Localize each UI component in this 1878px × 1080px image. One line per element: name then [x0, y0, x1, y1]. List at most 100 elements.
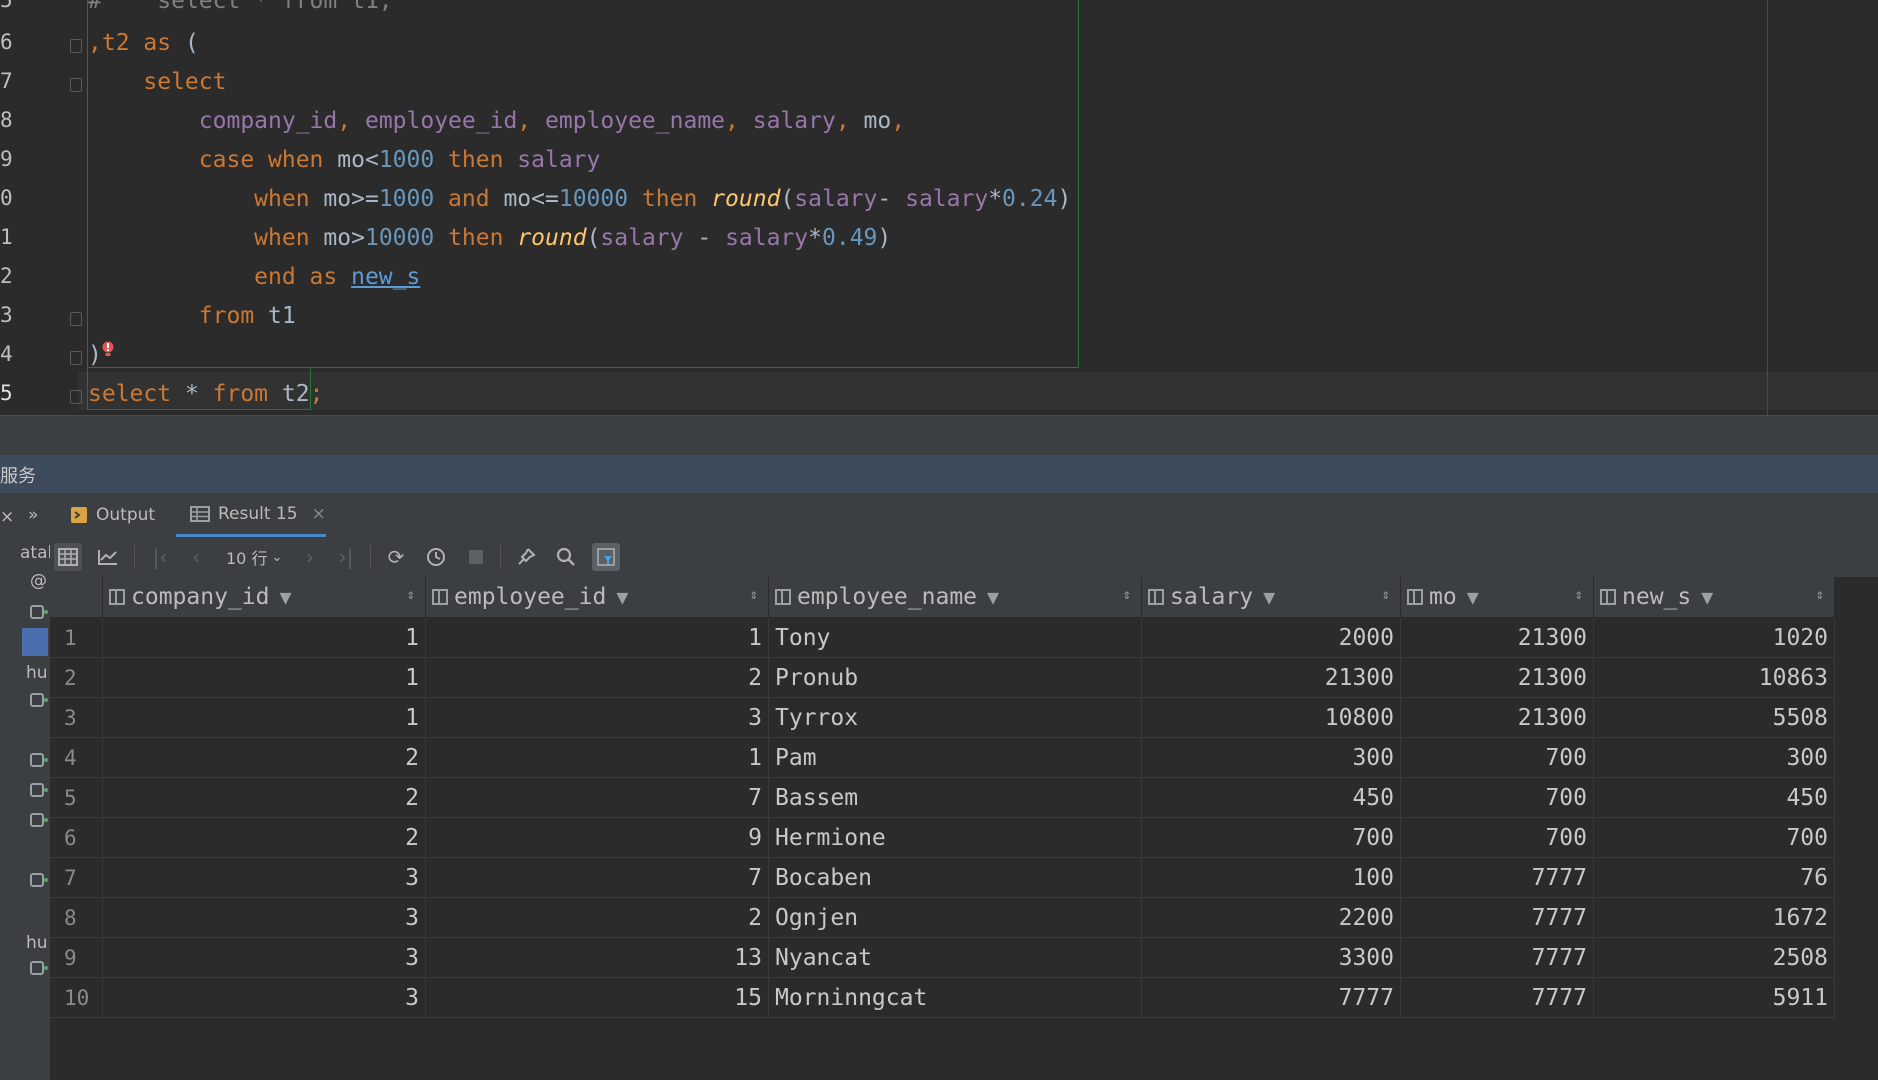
table-row[interactable]: 8 3 2 Ognjen 2200 7777 1672 [50, 897, 1835, 938]
expand-icon[interactable]: » [28, 505, 38, 525]
cell-employee-name[interactable]: Pronub [768, 657, 1142, 698]
filter-icon[interactable]: ▼ [1701, 585, 1713, 609]
cell-employee-id[interactable]: 15 [425, 977, 769, 1018]
history-icon[interactable] [422, 543, 450, 571]
filter-icon[interactable]: ▼ [279, 585, 291, 609]
sort-icon[interactable]: ⇕ [750, 587, 758, 603]
cell-mo[interactable]: 700 [1400, 817, 1594, 858]
cell-company-id[interactable]: 1 [102, 617, 426, 658]
cell-employee-id[interactable]: 1 [425, 737, 769, 778]
cell-new-s[interactable]: 76 [1593, 857, 1835, 898]
search-icon[interactable] [552, 543, 580, 571]
last-page-icon[interactable]: ›| [332, 543, 360, 571]
cell-mo[interactable]: 7777 [1400, 977, 1594, 1018]
alias-link[interactable]: new_s [351, 264, 420, 290]
cell-employee-id[interactable]: 2 [425, 897, 769, 938]
table-row[interactable]: 2 1 2 Pronub 21300 21300 10863 [50, 657, 1835, 698]
tab-output[interactable]: Output [70, 493, 160, 537]
table-row[interactable]: 3 1 3 Tyrrox 10800 21300 5508 [50, 697, 1835, 738]
table-row[interactable]: 6 2 9 Hermione 700 700 700 [50, 817, 1835, 858]
row-number[interactable]: 10 [50, 977, 103, 1018]
filter-icon[interactable]: ▼ [616, 585, 628, 609]
cell-new-s[interactable]: 5508 [1593, 697, 1835, 738]
result-grid[interactable]: company_id ▼ ⇕ employee_id ▼ ⇕ employee_name ▼ ⇕… [50, 577, 1878, 1080]
tree-label-at[interactable]: @ [30, 571, 47, 591]
close-tab-icon[interactable]: × [312, 504, 326, 524]
cell-employee-name[interactable]: Nyancat [768, 937, 1142, 978]
code-line[interactable]: select * from t2; [88, 379, 323, 409]
cell-employee-name[interactable]: Ognjen [768, 897, 1142, 938]
code-line[interactable]: ) [88, 340, 102, 370]
stop-icon[interactable] [462, 543, 490, 571]
code-line[interactable]: case when mo<1000 then salary [88, 145, 601, 175]
table-row[interactable]: 5 2 7 Bassem 450 700 450 [50, 777, 1835, 818]
tree-label-hu[interactable]: hu [26, 663, 48, 683]
cell-employee-id[interactable]: 7 [425, 777, 769, 818]
cell-employee-name[interactable]: Tyrrox [768, 697, 1142, 738]
cell-new-s[interactable]: 1672 [1593, 897, 1835, 938]
cell-new-s[interactable]: 450 [1593, 777, 1835, 818]
cell-salary[interactable]: 10800 [1141, 697, 1401, 738]
rows-per-page-select[interactable]: 10 行 ⌄ [226, 543, 282, 571]
panel-splitter[interactable] [0, 415, 1878, 456]
cell-company-id[interactable]: 3 [102, 937, 426, 978]
cell-employee-id[interactable]: 3 [425, 697, 769, 738]
code-line[interactable]: company_id, employee_id, employee_name, … [88, 106, 905, 136]
row-number[interactable]: 7 [50, 857, 103, 898]
filter-icon[interactable]: ▼ [987, 585, 999, 609]
next-page-icon[interactable]: › [296, 543, 324, 571]
cell-mo[interactable]: 700 [1400, 777, 1594, 818]
cell-employee-id[interactable]: 13 [425, 937, 769, 978]
cell-employee-id[interactable]: 9 [425, 817, 769, 858]
cell-mo[interactable]: 700 [1400, 737, 1594, 778]
error-bulb-icon[interactable] [102, 340, 114, 360]
selected-tree-node[interactable] [22, 628, 48, 656]
cell-new-s[interactable]: 10863 [1593, 657, 1835, 698]
cell-company-id[interactable]: 1 [102, 697, 426, 738]
cell-salary[interactable]: 21300 [1141, 657, 1401, 698]
sort-icon[interactable]: ⇕ [1382, 587, 1390, 603]
filter-icon[interactable]: ▼ [1467, 585, 1479, 609]
cell-mo[interactable]: 7777 [1400, 897, 1594, 938]
cell-company-id[interactable]: 2 [102, 737, 426, 778]
cell-mo[interactable]: 21300 [1400, 657, 1594, 698]
services-tree[interactable]: × » atal @ hu hu [0, 493, 52, 1080]
code-line[interactable]: end as new_s [88, 262, 420, 292]
sort-icon[interactable]: ⇕ [1575, 587, 1583, 603]
plug-icon[interactable] [30, 753, 48, 767]
code-line[interactable]: ,t2 as ( [88, 28, 199, 58]
prev-page-icon[interactable]: ‹ [182, 543, 210, 571]
cell-company-id[interactable]: 3 [102, 857, 426, 898]
column-header-new-s[interactable]: new_s ▼ ⇕ [1593, 577, 1835, 618]
table-row[interactable]: 4 2 1 Pam 300 700 300 [50, 737, 1835, 778]
row-number[interactable]: 9 [50, 937, 103, 978]
table-row[interactable]: 10 3 15 Morninngcat 7777 7777 5911 [50, 977, 1835, 1018]
cell-new-s[interactable]: 1020 [1593, 617, 1835, 658]
cell-employee-id[interactable]: 7 [425, 857, 769, 898]
row-number[interactable]: 6 [50, 817, 103, 858]
column-header-salary[interactable]: salary ▼ ⇕ [1141, 577, 1401, 618]
cell-employee-name[interactable]: Bassem [768, 777, 1142, 818]
cell-salary[interactable]: 450 [1141, 777, 1401, 818]
chart-icon[interactable] [94, 543, 122, 571]
column-header-employee-name[interactable]: employee_name ▼ ⇕ [768, 577, 1142, 618]
sort-icon[interactable]: ⇕ [1816, 587, 1824, 603]
column-header-mo[interactable]: mo ▼ ⇕ [1400, 577, 1594, 618]
cell-company-id[interactable]: 3 [102, 897, 426, 938]
row-number[interactable]: 5 [50, 777, 103, 818]
code-line[interactable]: # select * from t1; [88, 0, 393, 16]
pin-icon[interactable] [512, 543, 540, 571]
code-line[interactable]: when mo>10000 then round(salary - salary… [88, 223, 891, 253]
plug-icon[interactable] [30, 961, 48, 975]
table-view-icon[interactable] [54, 543, 82, 571]
cell-employee-name[interactable]: Pam [768, 737, 1142, 778]
cell-employee-name[interactable]: Tony [768, 617, 1142, 658]
tab-result-15[interactable]: Result 15 × [176, 493, 326, 537]
cell-employee-id[interactable]: 1 [425, 617, 769, 658]
plug-icon[interactable] [30, 873, 48, 887]
column-header-employee-id[interactable]: employee_id ▼ ⇕ [425, 577, 769, 618]
fold-icon[interactable] [70, 78, 82, 92]
fold-icon[interactable] [70, 39, 82, 53]
cell-salary[interactable]: 7777 [1141, 977, 1401, 1018]
cell-new-s[interactable]: 2508 [1593, 937, 1835, 978]
